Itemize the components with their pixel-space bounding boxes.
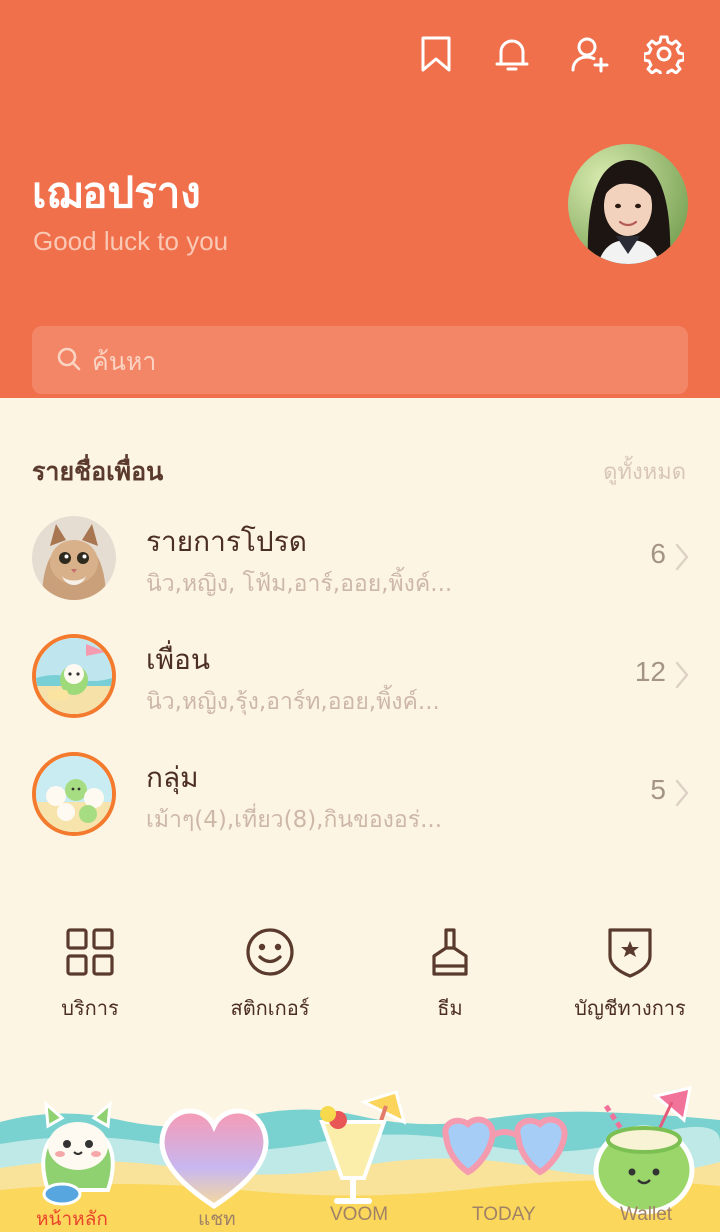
favorites-title: รายการโปรด bbox=[146, 525, 307, 558]
official-accounts-button[interactable]: บัญชีทางการ bbox=[540, 926, 720, 1024]
tab-home-label[interactable]: หน้าหลัก bbox=[36, 1204, 108, 1232]
groups-list: เม้าๆ(4),เที่ยว(8),กินของอร่... bbox=[146, 807, 443, 833]
profile-name[interactable]: เฌอปราง bbox=[32, 160, 201, 226]
stickers-label: สติกเกอร์ bbox=[230, 996, 310, 1020]
themes-button[interactable]: ธีม bbox=[360, 926, 540, 1024]
services-button[interactable]: บริการ bbox=[0, 926, 180, 1024]
smiley-icon bbox=[246, 928, 294, 976]
today-tab-icon[interactable] bbox=[438, 1112, 572, 1192]
favorites-members: นิว,หญิง, โฟ้ม,อาร์,ออย,พิ้งค์... bbox=[146, 571, 453, 597]
chevron-right-icon bbox=[675, 543, 689, 571]
tab-today-label[interactable]: TODAY bbox=[472, 1204, 536, 1226]
chevron-right-icon bbox=[675, 779, 689, 807]
shield-star-icon bbox=[608, 928, 652, 978]
tab-voom-label[interactable]: VOOM bbox=[330, 1204, 388, 1226]
friends-count: 12 bbox=[634, 656, 666, 687]
status-message[interactable]: Good luck to you bbox=[33, 226, 228, 257]
groups-title: กลุ่ม bbox=[146, 761, 199, 794]
gear-icon[interactable] bbox=[644, 34, 684, 74]
friends-members: นิว,หญิง,รุ้ง,อาร์ท,ออย,พิ้งค์... bbox=[146, 689, 440, 715]
bookmark-icon[interactable] bbox=[416, 34, 456, 74]
friends-title: เพื่อน bbox=[146, 643, 210, 676]
see-all-link[interactable]: ดูทั้งหมด bbox=[603, 454, 686, 489]
official-accounts-label: บัญชีทางการ bbox=[574, 996, 686, 1020]
tab-chat-label[interactable]: แชท bbox=[198, 1204, 236, 1232]
themes-label: ธีม bbox=[437, 996, 463, 1020]
chat-tab-icon[interactable] bbox=[152, 1102, 276, 1214]
bell-icon[interactable] bbox=[492, 34, 532, 74]
groups-row[interactable]: กลุ่ม เม้าๆ(4),เที่ยว(8),กินของอร่... 5 bbox=[0, 752, 720, 852]
add-friend-icon[interactable] bbox=[570, 34, 610, 74]
friends-section-title: รายชื่อเพื่อน bbox=[32, 457, 164, 486]
friends-row[interactable]: เพื่อน นิว,หญิง,รุ้ง,อาร์ท,ออย,พิ้งค์...… bbox=[0, 634, 720, 734]
brush-icon bbox=[432, 928, 468, 976]
home-tab-icon[interactable] bbox=[18, 1090, 138, 1210]
profile-header: เฌอปราง Good luck to you ค้นหา bbox=[0, 0, 720, 398]
favorites-count: 6 bbox=[650, 538, 666, 569]
groups-thumbnail bbox=[32, 752, 116, 836]
favorites-thumbnail bbox=[32, 516, 116, 600]
favorites-row[interactable]: รายการโปรด นิว,หญิง, โฟ้ม,อาร์,ออย,พิ้งค… bbox=[0, 516, 720, 616]
wallet-tab-icon[interactable] bbox=[586, 1086, 716, 1216]
groups-count: 5 bbox=[650, 774, 666, 805]
search-placeholder: ค้นหา bbox=[92, 347, 157, 376]
friends-thumbnail bbox=[32, 634, 116, 718]
tab-wallet-label[interactable]: Wallet bbox=[620, 1204, 672, 1226]
search-icon bbox=[56, 346, 82, 372]
stickers-button[interactable]: สติกเกอร์ bbox=[180, 926, 360, 1024]
avatar[interactable] bbox=[568, 144, 688, 264]
search-bar[interactable]: ค้นหา bbox=[32, 326, 688, 394]
chevron-right-icon bbox=[675, 661, 689, 689]
services-label: บริการ bbox=[61, 996, 119, 1020]
voom-tab-icon[interactable] bbox=[300, 1086, 420, 1214]
grid-icon bbox=[66, 928, 114, 976]
